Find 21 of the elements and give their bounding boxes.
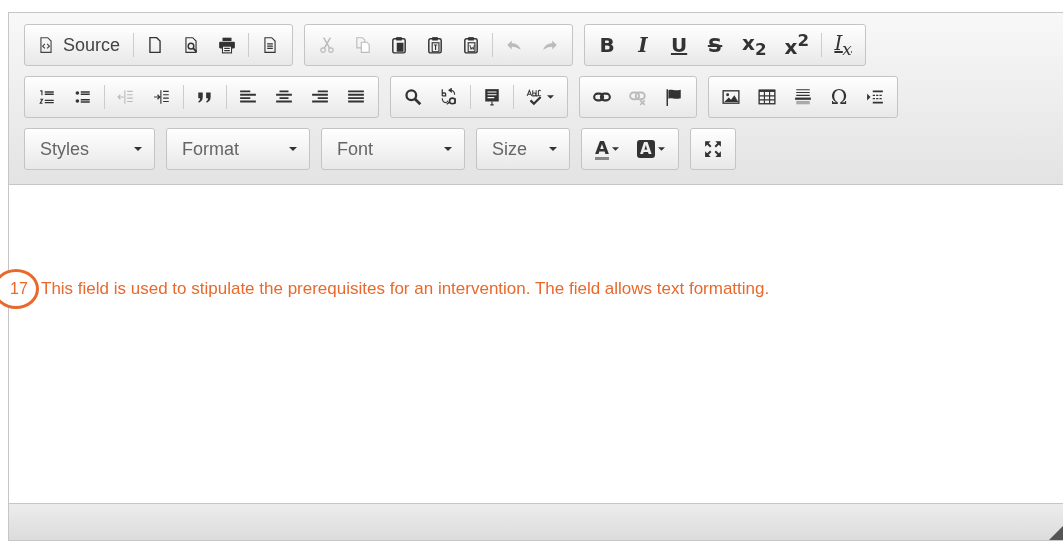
caret-icon (134, 147, 142, 151)
format-button[interactable]: I$_{x}$ (825, 25, 862, 65)
dropdown[interactable]: Size (476, 128, 570, 170)
annotation-text: This field is used to stipulate the prerequisites for an intervention. The field allows text formatting. (41, 279, 770, 298)
resize-handle-icon[interactable] (1049, 525, 1063, 540)
format-button[interactable]: U (661, 25, 698, 65)
format-button[interactable]: S (697, 25, 734, 65)
format-button[interactable]: I (625, 25, 662, 65)
dropdown[interactable]: Styles (24, 128, 155, 170)
dropdown[interactable]: Font (321, 128, 465, 170)
caret-icon (444, 147, 452, 151)
format-button[interactable]: x$_{2}$ (733, 25, 776, 65)
caret-icon (549, 147, 557, 151)
source-button[interactable]: Source (29, 25, 131, 65)
format-button[interactable]: Ω (821, 77, 857, 117)
format-button[interactable]: B (589, 25, 626, 65)
format-button[interactable]: x$^{2}$ (775, 25, 819, 65)
caret-icon (289, 147, 297, 151)
dropdown[interactable]: Format (166, 128, 310, 170)
background-color-button[interactable]: A (627, 129, 674, 169)
text-color-button[interactable]: A (586, 129, 628, 169)
